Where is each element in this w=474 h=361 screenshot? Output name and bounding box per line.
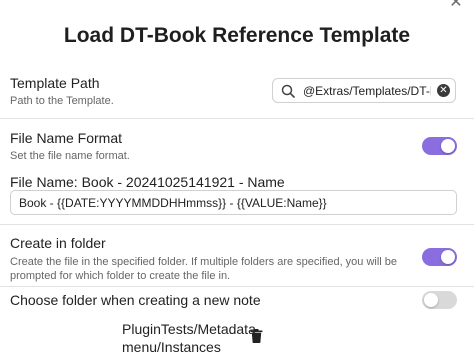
- divider: [0, 224, 474, 225]
- file-name-format-toggle[interactable]: [422, 137, 457, 155]
- toggle-knob: [441, 250, 455, 264]
- create-in-folder-description: Create the file in the specified folder.…: [10, 256, 398, 282]
- template-path-label: Template Path: [10, 75, 100, 91]
- create-in-folder-toggle[interactable]: [422, 248, 457, 266]
- file-name-format-label: File Name Format: [10, 130, 123, 146]
- search-icon: [281, 84, 295, 98]
- template-path-description: Path to the Template.: [10, 95, 114, 107]
- choose-folder-label: Choose folder when creating a new note: [10, 292, 261, 308]
- template-path-search: ✕: [272, 78, 456, 103]
- folder-path: PluginTests/Metadatamenu/Instances: [122, 321, 256, 355]
- file-name-format-description: Set the file name format.: [10, 150, 130, 162]
- divider: [0, 118, 474, 119]
- modal-title: Load DT-Book Reference Template: [63, 24, 411, 47]
- toggle-knob: [441, 139, 455, 153]
- divider: [0, 286, 474, 287]
- clear-icon[interactable]: ✕: [437, 84, 450, 97]
- file-name-format-input[interactable]: [10, 190, 457, 215]
- template-path-input[interactable]: [303, 81, 431, 100]
- trash-icon[interactable]: [250, 329, 263, 343]
- close-icon[interactable]: ✕: [446, 0, 466, 11]
- file-name-preview: File Name: Book - 20241025141921 - Name: [10, 174, 285, 190]
- create-in-folder-label: Create in folder: [10, 235, 106, 251]
- toggle-knob: [424, 293, 438, 307]
- choose-folder-toggle[interactable]: [422, 291, 457, 309]
